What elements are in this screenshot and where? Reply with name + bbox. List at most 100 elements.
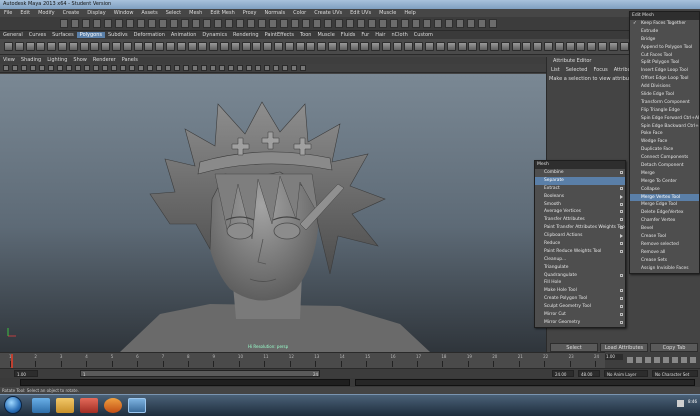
- menu-item-create-polygon-tool[interactable]: Create Polygon Tool: [535, 295, 625, 303]
- shelf-tool-icon[interactable]: [500, 42, 510, 51]
- shelf-tool-icon[interactable]: [306, 42, 316, 51]
- viewport-menu-shading[interactable]: Shading: [18, 57, 44, 63]
- shelf-tool-icon[interactable]: [295, 42, 305, 51]
- menu-item-sculpt-geometry-tool[interactable]: Sculpt Geometry Tool: [535, 303, 625, 311]
- shelf-tool-icon[interactable]: [133, 42, 143, 51]
- status-tool-icon[interactable]: [247, 19, 255, 28]
- status-tool-icon[interactable]: [159, 19, 167, 28]
- load-attributes-button[interactable]: Load Attributes: [600, 343, 648, 352]
- shelf-tool-icon[interactable]: [619, 42, 629, 51]
- menu-muscle[interactable]: Muscle: [375, 10, 400, 16]
- status-tool-icon[interactable]: [82, 19, 90, 28]
- status-tool-icon[interactable]: [170, 19, 178, 28]
- menu-window[interactable]: Window: [110, 10, 138, 16]
- shelf-tool-icon[interactable]: [79, 42, 89, 51]
- viewport-tool-icon[interactable]: [183, 65, 189, 71]
- menu-color[interactable]: Color: [289, 10, 310, 16]
- viewport-tool-icon[interactable]: [255, 65, 261, 71]
- menu-item-bevel[interactable]: Bevel: [630, 225, 699, 233]
- viewport-tool-icon[interactable]: [291, 65, 297, 71]
- explorer-taskbar-icon[interactable]: [56, 398, 74, 413]
- shelf-tool-icon[interactable]: [166, 42, 175, 51]
- shelf-tool-icon[interactable]: [36, 42, 46, 51]
- status-tool-icon[interactable]: [423, 19, 431, 28]
- shelf-tool-icon[interactable]: [457, 42, 467, 51]
- shelf-tool-icon[interactable]: [436, 42, 445, 51]
- menu-proxy[interactable]: Proxy: [239, 10, 261, 16]
- shelf-tool-icon[interactable]: [446, 42, 456, 51]
- shelf-tool-icon[interactable]: [382, 42, 391, 51]
- status-tool-icon[interactable]: [390, 19, 398, 28]
- shelf-tab-general[interactable]: General: [0, 32, 26, 38]
- viewport-tool-icon[interactable]: [147, 65, 153, 71]
- menu-item-add-divisions[interactable]: Add Divisions: [630, 83, 699, 91]
- status-tool-icon[interactable]: [368, 19, 376, 28]
- action-center-icon[interactable]: [677, 400, 684, 407]
- status-tool-icon[interactable]: [115, 19, 123, 28]
- menu-item-paint-reduce-weights-tool[interactable]: Paint Reduce Weights Tool: [535, 248, 625, 256]
- menu-item-smooth[interactable]: Smooth: [535, 201, 625, 209]
- menu-item-spin-edge-forward-ctrl-alt-right[interactable]: Spin Edge Forward Ctrl+Alt+Right: [630, 115, 699, 123]
- viewport-tool-icon[interactable]: [111, 65, 117, 71]
- attr-tab-list[interactable]: List: [548, 67, 563, 73]
- shelf-tool-icon[interactable]: [263, 42, 273, 51]
- shelf-tool-icon[interactable]: [317, 42, 327, 51]
- menu-item-booleans[interactable]: Booleans: [535, 193, 625, 201]
- status-tool-icon[interactable]: [214, 19, 222, 28]
- viewport-tool-icon[interactable]: [84, 65, 90, 71]
- copy-tab-button[interactable]: Copy Tab: [650, 343, 698, 352]
- option-box-icon[interactable]: [620, 242, 623, 246]
- menu-create[interactable]: Create: [59, 10, 84, 16]
- status-tool-icon[interactable]: [346, 19, 354, 28]
- menu-file[interactable]: File: [0, 10, 16, 16]
- shelf-tab-curves[interactable]: Curves: [26, 32, 49, 38]
- menu-item-average-vertices[interactable]: Average Vertices: [535, 208, 625, 216]
- status-tool-icon[interactable]: [192, 19, 200, 28]
- menu-item-offset-edge-loop-tool[interactable]: Offset Edge Loop Tool: [630, 75, 699, 83]
- viewport-tool-icon[interactable]: [165, 65, 171, 71]
- menu-edit-uvs[interactable]: Edit UVs: [346, 10, 375, 16]
- menu-item-paint-transfer-attributes-weights-tool[interactable]: Paint Transfer Attributes Weights Tool: [535, 224, 625, 232]
- playback-button[interactable]: [627, 357, 633, 363]
- shelf-tab-polygons[interactable]: Polygons: [76, 32, 105, 38]
- menu-item-insert-edge-loop-tool[interactable]: Insert Edge Loop Tool: [630, 67, 699, 75]
- playback-button[interactable]: [636, 357, 642, 363]
- shelf-tab-hair[interactable]: Hair: [372, 32, 388, 38]
- menu-assets[interactable]: Assets: [137, 10, 161, 16]
- viewport-tool-icon[interactable]: [3, 65, 9, 71]
- start-time-field[interactable]: 1.00: [14, 370, 38, 377]
- menu-item-mirror-geometry[interactable]: Mirror Geometry: [535, 319, 625, 327]
- shelf-tool-icon[interactable]: [533, 42, 543, 51]
- menu-item-remove-selected[interactable]: Remove selected: [630, 241, 699, 249]
- viewport-tool-icon[interactable]: [192, 65, 198, 71]
- attr-tab-focus[interactable]: Focus: [590, 67, 610, 73]
- option-box-icon[interactable]: [620, 218, 623, 222]
- menu-item-assign-invisible-faces[interactable]: Assign Invisible Faces: [630, 265, 699, 273]
- menu-item-make-hole-tool[interactable]: Make Hole Tool: [535, 287, 625, 295]
- shelf-tab-animation[interactable]: Animation: [168, 32, 200, 38]
- shelf-tab-ncloth[interactable]: nCloth: [389, 32, 411, 38]
- status-tool-icon[interactable]: [104, 19, 112, 28]
- status-tool-icon[interactable]: [478, 19, 486, 28]
- playback-button[interactable]: [690, 357, 696, 363]
- shelf-tool-icon[interactable]: [241, 42, 251, 51]
- status-tool-icon[interactable]: [357, 19, 365, 28]
- anim-layer-dropdown[interactable]: No Anim Layer: [604, 370, 648, 377]
- status-tool-icon[interactable]: [445, 19, 453, 28]
- viewport-tool-icon[interactable]: [57, 65, 63, 71]
- shelf-tool-icon[interactable]: [490, 42, 499, 51]
- shelf-tool-icon[interactable]: [47, 42, 57, 51]
- shelf-tool-icon[interactable]: [414, 42, 424, 51]
- menu-item-duplicate-face[interactable]: Duplicate Face: [630, 146, 699, 154]
- shelf-tool-icon[interactable]: [220, 42, 229, 51]
- playback-end-field[interactable]: 48.00: [578, 370, 600, 377]
- shelf-tab-subdivs[interactable]: Subdivs: [105, 32, 131, 38]
- option-box-icon[interactable]: [620, 273, 623, 277]
- viewport-tool-icon[interactable]: [156, 65, 162, 71]
- menu-item-combine[interactable]: Combine: [535, 169, 625, 177]
- option-box-icon[interactable]: [620, 313, 623, 317]
- playback-range-bar[interactable]: 1 24: [80, 370, 320, 377]
- shelf-tab-fur[interactable]: Fur: [358, 32, 372, 38]
- menu-help[interactable]: Help: [400, 10, 419, 16]
- menu-edit[interactable]: Edit: [16, 10, 34, 16]
